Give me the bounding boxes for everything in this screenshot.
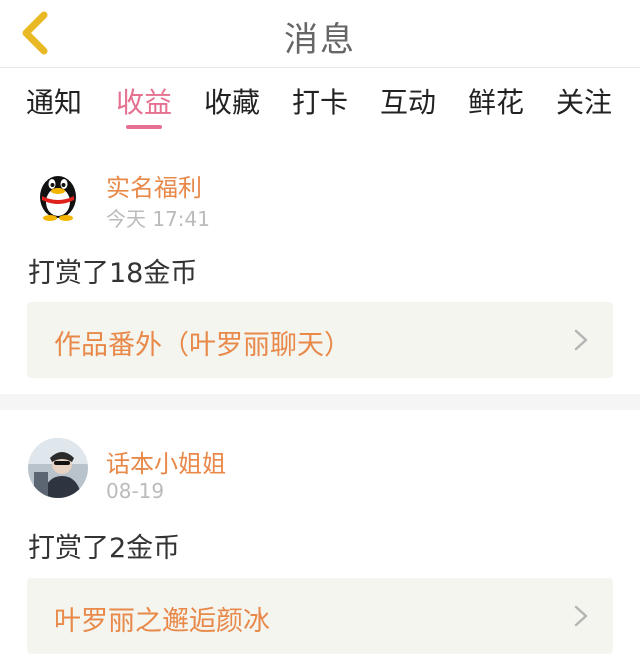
work-link[interactable]: 叶罗丽之邂逅颜冰 [27, 578, 613, 654]
tab-bar: 通知 收益 收藏 打卡 互动 鲜花 关注 [0, 69, 640, 133]
page-title: 消息 [284, 20, 356, 60]
tab-earnings[interactable]: 收益 [116, 81, 172, 121]
section-divider [0, 394, 640, 410]
message-card: 话本小姐姐 08-19 打赏了2金币 叶罗丽之邂逅颜冰 [0, 410, 640, 660]
message-text: 打赏了18金币 [28, 258, 198, 289]
tab-checkin[interactable]: 打卡 [292, 81, 348, 121]
tab-favorites[interactable]: 收藏 [204, 81, 260, 121]
work-link[interactable]: 作品番外（叶罗丽聊天） [27, 302, 613, 378]
active-tab-indicator [126, 125, 162, 129]
chevron-right-icon [574, 329, 588, 351]
sender-name[interactable]: 实名福利 [106, 168, 202, 203]
tab-following[interactable]: 关注 [556, 81, 612, 121]
user-avatar[interactable] [28, 438, 88, 498]
message-text: 打赏了2金币 [28, 533, 181, 564]
tab-flowers[interactable]: 鲜花 [468, 81, 524, 121]
message-time: 08-19 [106, 479, 165, 503]
tab-notifications[interactable]: 通知 [26, 81, 82, 121]
work-title: 叶罗丽之邂逅颜冰 [54, 606, 270, 637]
sender-name[interactable]: 话本小姐姐 [106, 444, 226, 479]
top-bar: 消息 [0, 0, 640, 68]
chevron-right-icon [574, 605, 588, 627]
qq-penguin-icon[interactable] [28, 164, 88, 224]
message-card: 实名福利 今天 17:41 打赏了18金币 作品番外（叶罗丽聊天） [0, 134, 640, 394]
message-time: 今天 17:41 [106, 207, 210, 231]
work-title: 作品番外（叶罗丽聊天） [54, 330, 351, 361]
tab-interactions[interactable]: 互动 [380, 81, 436, 121]
